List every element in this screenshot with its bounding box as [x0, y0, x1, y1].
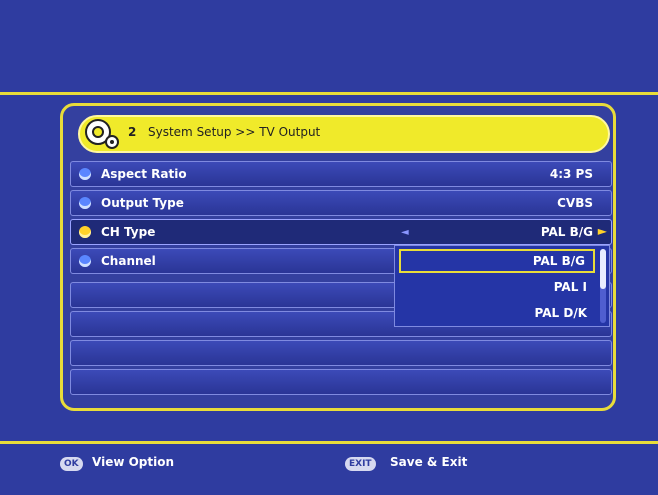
ok-key-icon: OK	[60, 457, 83, 471]
page-title: System Setup >> TV Output	[148, 125, 321, 139]
empty-row	[70, 369, 612, 395]
row-value: PAL B/G	[540, 225, 593, 239]
row-label: CH Type	[101, 225, 156, 239]
scrollbar-thumb[interactable]	[600, 249, 606, 289]
row-value: CVBS	[557, 196, 593, 210]
menu-row-aspect-ratio[interactable]: Aspect Ratio 4:3 PS	[70, 161, 612, 187]
dropdown-scrollbar[interactable]	[600, 249, 606, 323]
row-label: Channel	[101, 254, 156, 268]
save-exit-label: Save & Exit	[390, 455, 468, 469]
top-divider	[0, 92, 658, 95]
dropdown-option-pal-i[interactable]: PAL I	[399, 275, 595, 299]
settings-gear-icon	[85, 119, 119, 149]
title-step-number: 2	[128, 125, 137, 139]
bottom-divider	[0, 441, 658, 444]
row-label: Output Type	[101, 196, 184, 210]
dropdown-option-pal-bg[interactable]: PAL B/G	[399, 249, 595, 273]
menu-row-ch-type[interactable]: CH Type ◄ PAL B/G ►	[70, 219, 612, 245]
arrow-right-icon[interactable]: ►	[598, 224, 607, 238]
row-value: 4:3 PS	[549, 167, 593, 181]
bullet-icon	[79, 255, 91, 267]
empty-row	[70, 340, 612, 366]
dropdown-option-pal-dk[interactable]: PAL D/K	[399, 301, 595, 325]
menu-row-output-type[interactable]: Output Type CVBS	[70, 190, 612, 216]
bullet-icon	[79, 226, 91, 238]
row-label: Aspect Ratio	[101, 167, 187, 181]
exit-key-icon: EXIT	[345, 457, 376, 471]
arrow-left-icon[interactable]: ◄	[401, 227, 409, 238]
view-option-label: View Option	[92, 455, 175, 469]
bullet-icon	[79, 168, 91, 180]
ch-type-dropdown[interactable]: PAL B/G PAL I PAL D/K	[394, 245, 610, 327]
bullet-icon	[79, 197, 91, 209]
